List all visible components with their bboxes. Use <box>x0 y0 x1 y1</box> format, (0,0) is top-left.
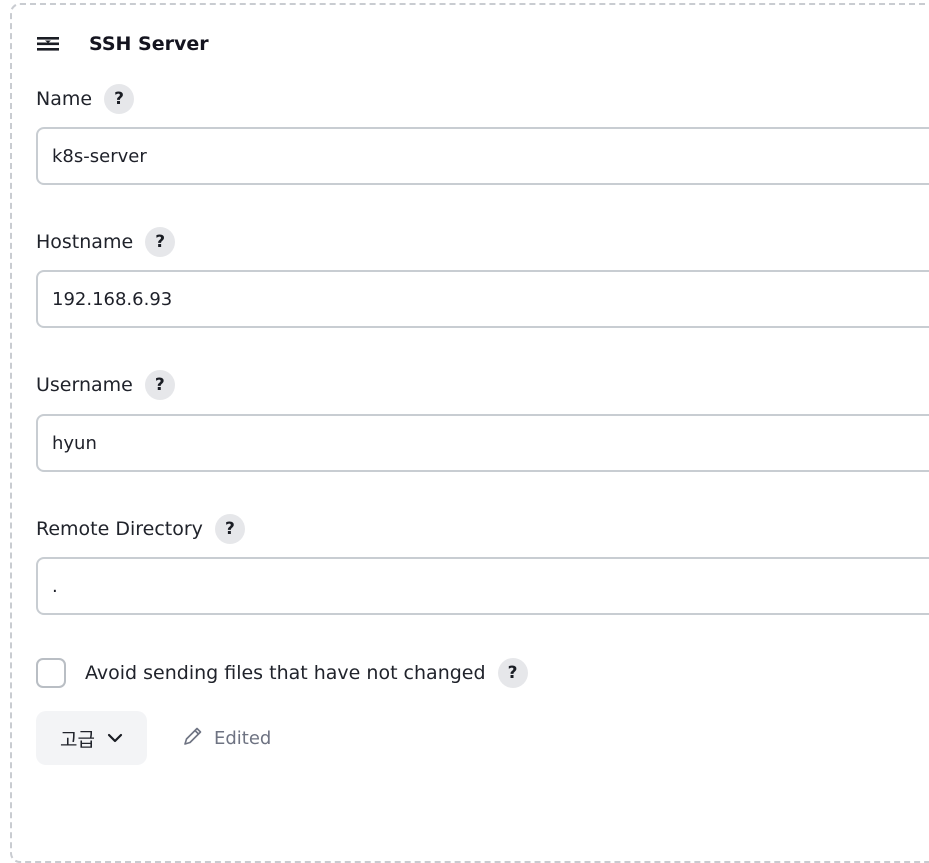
username-label-row: Username ? <box>36 369 175 401</box>
username-help-button[interactable]: ? <box>144 370 175 400</box>
remote-directory-label: Remote Directory <box>36 518 203 540</box>
pencil-icon <box>182 725 204 751</box>
name-label: Name <box>36 88 93 110</box>
remote-directory-input[interactable] <box>36 557 929 615</box>
avoid-sending-label[interactable]: Avoid sending files that have not change… <box>85 662 486 684</box>
username-label: Username <box>36 374 133 396</box>
drag-handle-icon[interactable] <box>36 34 62 54</box>
hostname-help-button[interactable]: ? <box>145 227 176 257</box>
remote-directory-label-row: Remote Directory ? <box>36 513 245 545</box>
advanced-button[interactable]: 고급 <box>36 711 147 765</box>
section-title: SSH Server <box>89 33 209 55</box>
name-help-button[interactable]: ? <box>104 84 135 114</box>
username-input[interactable] <box>36 414 929 472</box>
name-input[interactable] <box>36 127 929 185</box>
edited-label: Edited <box>214 727 272 749</box>
hostname-label-row: Hostname ? <box>36 226 176 258</box>
avoid-sending-option: Avoid sending files that have not change… <box>36 656 528 690</box>
chevron-down-icon <box>107 733 123 743</box>
avoid-sending-help-button[interactable]: ? <box>497 658 528 688</box>
avoid-sending-checkbox[interactable] <box>36 658 66 688</box>
advanced-label: 고급 <box>60 728 95 751</box>
edited-indicator: Edited <box>182 725 271 751</box>
section-header: SSH Server <box>36 30 209 58</box>
name-label-row: Name ? <box>36 83 135 115</box>
remote-directory-help-button[interactable]: ? <box>214 514 245 544</box>
hostname-input[interactable] <box>36 270 929 328</box>
hostname-label: Hostname <box>36 231 134 253</box>
